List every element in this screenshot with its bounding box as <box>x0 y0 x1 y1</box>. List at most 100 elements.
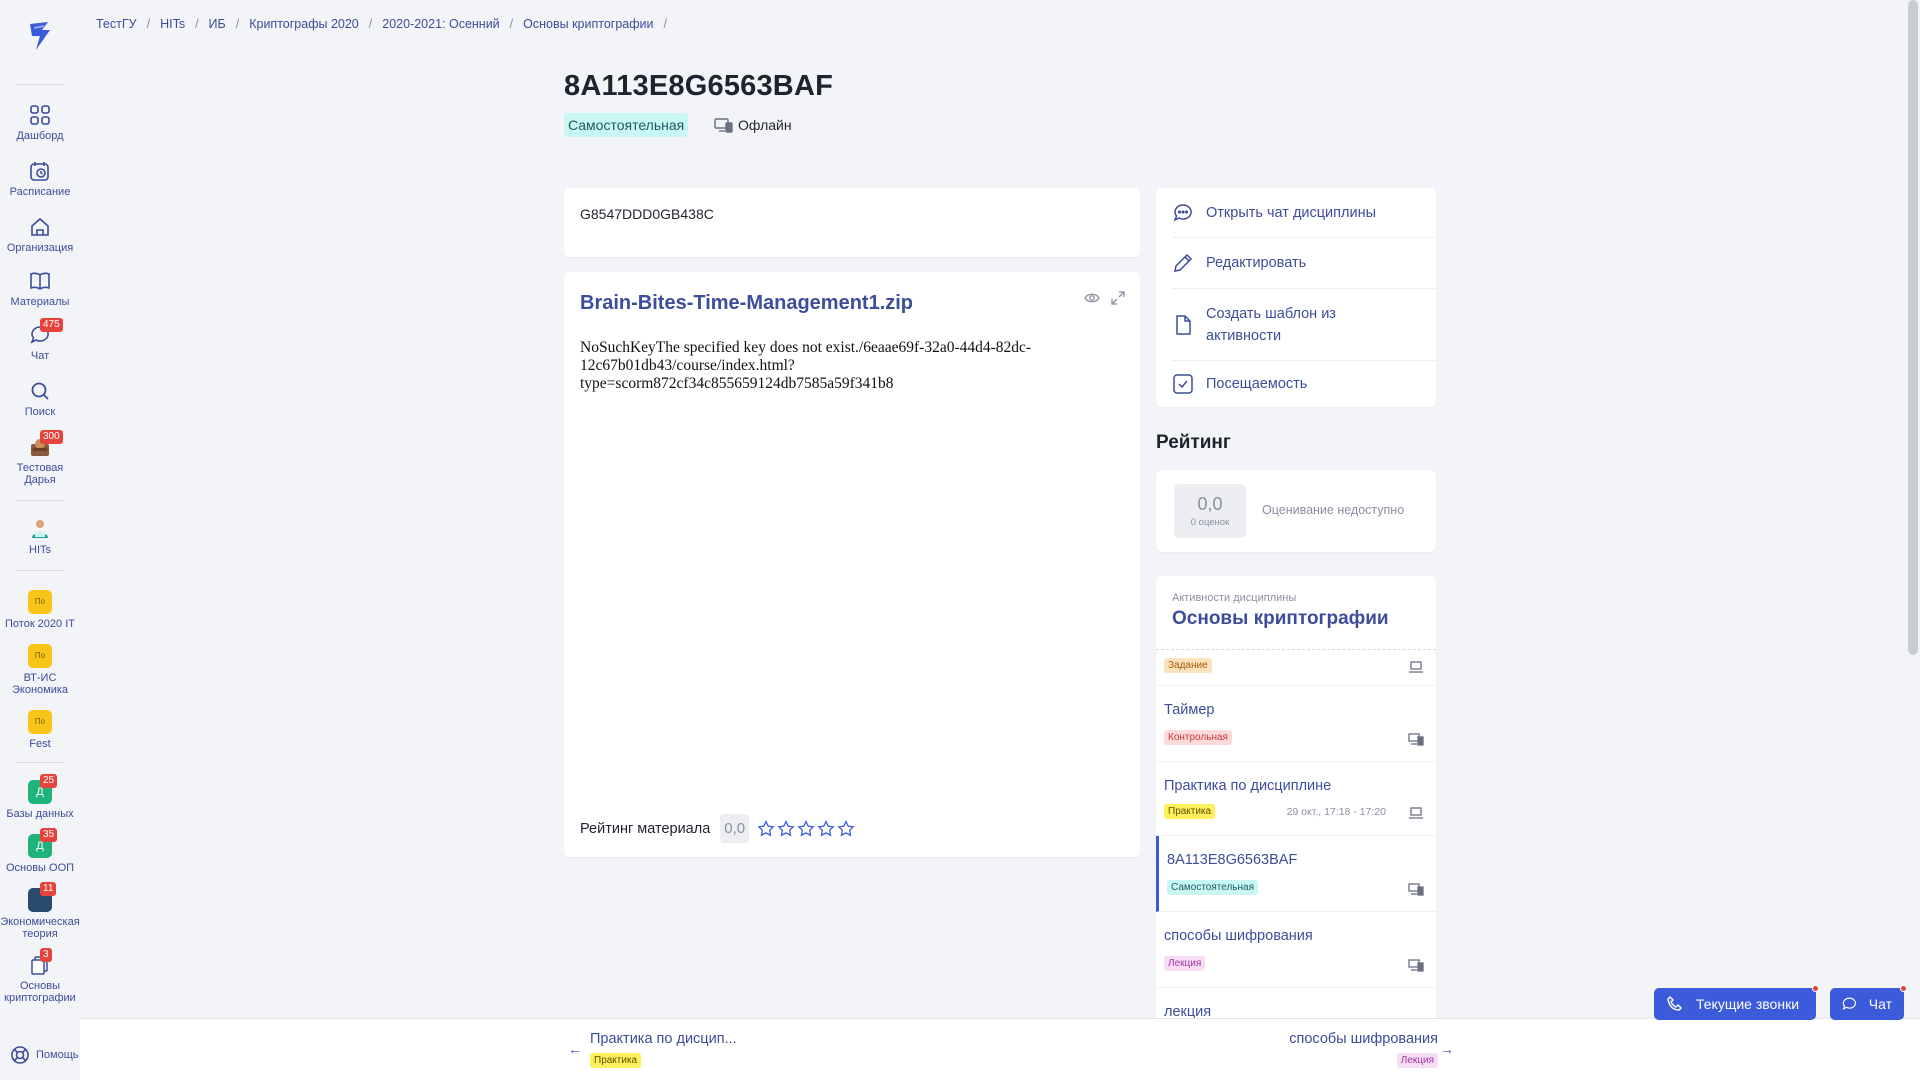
notification-dot <box>1812 985 1819 992</box>
activity-item[interactable]: Задание <box>1156 650 1436 686</box>
activity-title: Таймер <box>1164 702 1215 718</box>
breadcrumb-link[interactable]: ИБ <box>209 17 226 31</box>
sidebar-item-schedule[interactable]: Расписание <box>0 160 80 198</box>
sidebar-item-profile[interactable]: Тестовая Дарья <box>0 436 80 486</box>
sidebar-item-organization[interactable]: Организация <box>0 216 80 254</box>
arrow-left-icon[interactable]: ← <box>568 1041 582 1057</box>
rating-card: 0,0 0 оценок Оценивание недоступно <box>1156 470 1436 552</box>
activity-tag: Самостоятельная <box>1167 880 1259 895</box>
arrow-right-icon[interactable]: → <box>1440 1041 1454 1057</box>
course-badge: 11 <box>40 882 57 896</box>
activity-navigation: ← Практика по дисцип... Практика способы… <box>80 1018 1920 1080</box>
sidebar-item-stream[interactable]: По Fest <box>0 710 80 750</box>
sidebar-item-hits[interactable]: HITs <box>0 518 80 556</box>
chat-button[interactable]: Чат <box>1830 985 1907 1020</box>
sidebar-label: Основы ООП <box>5 862 75 874</box>
course-badge: 35 <box>40 828 58 842</box>
logo-icon[interactable] <box>22 18 58 54</box>
sidebar-item-course[interactable]: Экономическая теория <box>0 888 80 940</box>
sidebar-divider <box>16 570 64 571</box>
sidebar-item-dashboard[interactable]: Дашборд <box>0 104 80 142</box>
breadcrumb-link[interactable]: ТестГУ <box>96 17 137 31</box>
activity-item-active[interactable]: 8A113E8G6563BAF Самостоятельная <box>1156 836 1436 912</box>
description-text: G8547DDD0GB438C <box>580 206 714 222</box>
sidebar: Дашборд Расписание Организация Материалы… <box>0 0 80 1080</box>
star-icon[interactable] <box>757 819 775 838</box>
activity-tag: Лекция <box>1164 956 1206 971</box>
dashboard-icon <box>30 105 50 125</box>
activity-item[interactable]: Таймер Контрольная <box>1156 686 1436 762</box>
sidebar-item-materials[interactable]: Материалы <box>0 270 80 308</box>
material-rating-value: 0,0 <box>720 814 750 843</box>
previous-activity-title: Практика по дисцип... <box>590 1031 737 1047</box>
next-activity-link[interactable]: способы шифрования Лекция <box>1289 1031 1438 1068</box>
file-toolbar <box>1084 290 1126 306</box>
star-icon[interactable] <box>797 819 815 838</box>
open-chat-action[interactable]: Открыть чат дисциплины <box>1172 188 1436 238</box>
sidebar-item-search[interactable]: Поиск <box>0 380 80 418</box>
activity-tag: Практика <box>1164 804 1216 819</box>
sidebar-label: Основы криптографии <box>4 980 76 1004</box>
activity-item[interactable]: способы шифрования Лекция <box>1156 912 1436 988</box>
help-link[interactable]: Помощь <box>10 1045 79 1065</box>
materials-icon <box>30 272 50 290</box>
activities-header: Активности дисциплины Основы криптографи… <box>1156 576 1436 650</box>
next-activity-tag: Лекция <box>1396 1053 1438 1068</box>
sidebar-label: Расписание <box>9 186 71 198</box>
organization-icon <box>31 217 49 236</box>
sidebar-label: ВТ-ИС Экономика <box>11 672 69 696</box>
star-icon[interactable] <box>837 819 855 838</box>
current-calls-button[interactable]: Текущие звонки <box>1654 985 1819 1020</box>
star-rating[interactable] <box>757 819 855 838</box>
file-name-link[interactable]: Brain-Bites-Time-Management1.zip <box>580 292 1124 315</box>
schedule-icon <box>30 162 49 181</box>
actions-card: Открыть чат дисциплины Редактировать Соз… <box>1156 188 1436 407</box>
action-label: Редактировать <box>1206 255 1307 271</box>
breadcrumb-link[interactable]: HITs <box>160 17 185 31</box>
attendance-action[interactable]: Посещаемость <box>1172 361 1436 407</box>
material-rating: Рейтинг материала 0,0 <box>580 814 855 843</box>
expand-icon[interactable] <box>1110 290 1126 306</box>
next-activity-title: способы шифрования <box>1289 1031 1438 1047</box>
create-template-action[interactable]: Создать шаблон из активности <box>1172 289 1436 361</box>
sidebar-label: Чат <box>30 350 50 362</box>
help-label: Помощь <box>36 1049 79 1061</box>
sidebar-item-stream[interactable]: По ВТ-ИС Экономика <box>0 644 80 696</box>
phone-icon <box>1667 996 1682 1011</box>
activity-title: 8A113E8G6563BAF <box>1167 852 1298 868</box>
breadcrumb-link[interactable]: 2020-2021: Осенний <box>382 17 499 31</box>
scrollbar[interactable] <box>1908 0 1918 655</box>
activities-caption: Активности дисциплины <box>1172 592 1297 604</box>
sidebar-label: Базы данных <box>6 808 74 820</box>
laptop-icon <box>1409 661 1423 673</box>
eye-icon[interactable] <box>1084 290 1100 306</box>
breadcrumb-link[interactable]: Криптографы 2020 <box>249 17 359 31</box>
mode-label: Офлайн <box>738 117 792 133</box>
stream-tile: По <box>28 710 52 734</box>
breadcrumb-link[interactable]: Основы криптографии <box>523 17 653 31</box>
activities-panel: Активности дисциплины Основы криптографи… <box>1156 576 1436 1080</box>
rating-heading: Рейтинг <box>1156 432 1231 453</box>
previous-activity-link[interactable]: Практика по дисцип... Практика <box>590 1031 737 1068</box>
activity-item[interactable]: Практика по дисциплине Практика 29 окт.,… <box>1156 762 1436 836</box>
score-box: 0,0 0 оценок <box>1174 484 1246 538</box>
offline-device-icon <box>1408 883 1424 896</box>
stream-tile: По <box>28 590 52 614</box>
activity-title: Практика по дисциплине <box>1164 778 1332 794</box>
breadcrumb-separator: / <box>509 17 514 31</box>
sidebar-label: Поток 2020 IT <box>5 618 75 630</box>
breadcrumb-separator: / <box>235 17 240 31</box>
chat-bubble-icon <box>1173 203 1192 222</box>
star-icon[interactable] <box>777 819 795 838</box>
edit-action[interactable]: Редактировать <box>1172 238 1436 289</box>
sidebar-item-stream[interactable]: По Поток 2020 IT <box>0 590 80 630</box>
chat-bubble-icon <box>1842 997 1856 1011</box>
lifebuoy-icon <box>11 1046 29 1064</box>
sidebar-item-course[interactable]: Основы криптографии <box>0 954 80 1004</box>
star-icon[interactable] <box>817 819 835 838</box>
previous-activity-tag: Практика <box>590 1053 642 1068</box>
action-label: Посещаемость <box>1206 376 1308 392</box>
course-name[interactable]: Основы криптографии <box>1172 608 1420 630</box>
search-icon <box>31 382 49 400</box>
rating-note: Оценивание недоступно <box>1262 503 1405 517</box>
